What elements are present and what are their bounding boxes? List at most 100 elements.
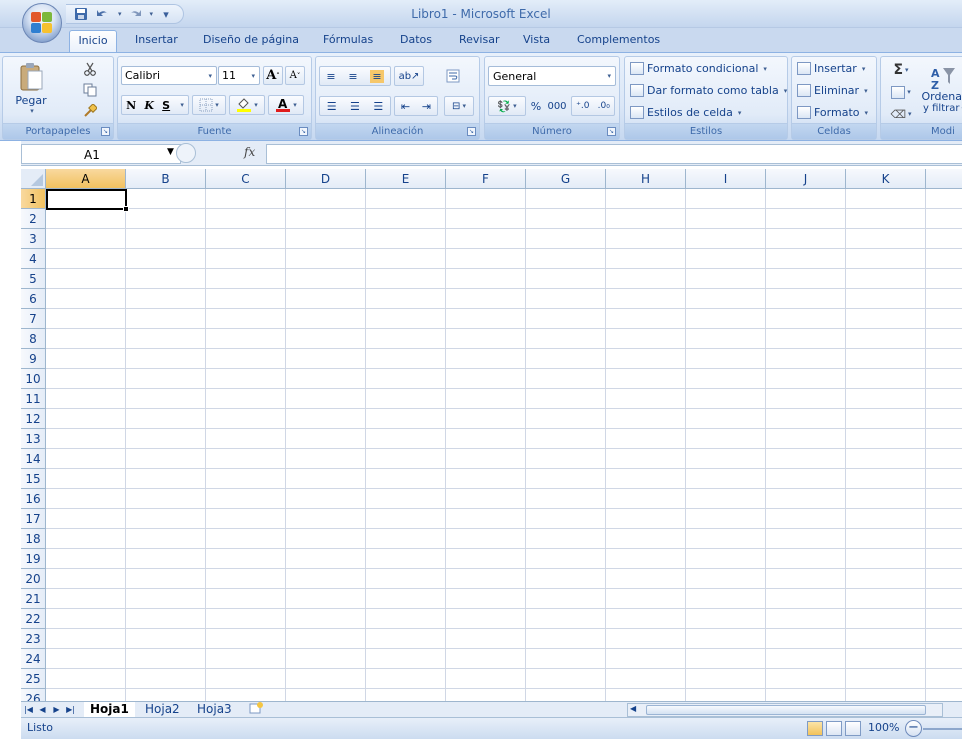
paste-button[interactable]: Pegar ▾ xyxy=(11,59,51,117)
bold-button[interactable]: N xyxy=(126,99,136,112)
clipboard-launcher-icon[interactable]: ↘ xyxy=(101,127,110,136)
row-header[interactable]: 5 xyxy=(21,269,46,289)
row-header[interactable]: 18 xyxy=(21,529,46,549)
column-header-f[interactable]: F xyxy=(446,169,526,189)
fill-handle[interactable] xyxy=(123,206,129,212)
cell-styles-button[interactable]: Estilos de celda ▾ xyxy=(630,106,741,119)
column-header-h[interactable]: H xyxy=(606,169,686,189)
align-right-icon[interactable]: ☰ xyxy=(373,100,383,113)
insert-function-icon[interactable]: fx xyxy=(244,145,255,159)
insert-cells-button[interactable]: Insertar ▾ xyxy=(797,62,865,75)
row-header[interactable]: 23 xyxy=(21,629,46,649)
font-launcher-icon[interactable]: ↘ xyxy=(299,127,308,136)
tab-insertar[interactable]: Insertar xyxy=(131,30,182,52)
column-header-d[interactable]: D xyxy=(286,169,366,189)
row-header[interactable]: 1 xyxy=(21,189,46,209)
row-header[interactable]: 14 xyxy=(21,449,46,469)
normal-view-icon[interactable] xyxy=(807,721,823,736)
row-header[interactable]: 12 xyxy=(21,409,46,429)
next-sheet-icon[interactable]: ▶ xyxy=(51,704,62,716)
row-header[interactable]: 8 xyxy=(21,329,46,349)
conditional-format-button[interactable]: Formato condicional ▾ xyxy=(630,62,767,75)
formula-input[interactable] xyxy=(266,144,962,164)
insert-sheet-icon[interactable] xyxy=(243,702,269,718)
copy-icon[interactable] xyxy=(81,82,99,98)
increase-indent-icon[interactable]: ⇥ xyxy=(422,100,431,113)
clear-button[interactable]: ⌫ ▾ xyxy=(887,105,915,123)
column-header-g[interactable]: G xyxy=(526,169,606,189)
align-bottom-icon[interactable]: ≡ xyxy=(370,69,384,83)
scroll-left-icon[interactable]: ◀ xyxy=(630,704,636,713)
zoom-level[interactable]: 100% xyxy=(868,721,899,734)
zoom-out-icon[interactable]: − xyxy=(905,720,922,737)
row-header[interactable]: 3 xyxy=(21,229,46,249)
column-header-i[interactable]: I xyxy=(686,169,766,189)
tab-complementos[interactable]: Complementos xyxy=(573,30,664,52)
italic-button[interactable]: K xyxy=(144,99,154,112)
row-header[interactable]: 17 xyxy=(21,509,46,529)
format-as-table-button[interactable]: Dar formato como tabla ▾ xyxy=(630,84,787,97)
thousands-button[interactable]: 000 xyxy=(545,96,569,116)
horizontal-scrollbar[interactable]: ◀ xyxy=(627,703,943,717)
row-header[interactable]: 26 xyxy=(21,689,46,701)
row-header[interactable]: 21 xyxy=(21,589,46,609)
increase-decimal-icon[interactable]: ⁺.0 xyxy=(576,101,589,111)
delete-cells-button[interactable]: Eliminar ▾ xyxy=(797,84,868,97)
alignment-launcher-icon[interactable]: ↘ xyxy=(467,127,476,136)
cell-area[interactable] xyxy=(46,189,962,701)
zoom-slider[interactable] xyxy=(923,728,962,730)
sheet-tab-hoja2[interactable]: Hoja2 xyxy=(139,702,186,718)
row-header[interactable]: 6 xyxy=(21,289,46,309)
sheet-tab-hoja3[interactable]: Hoja3 xyxy=(191,702,238,718)
fill-color-button[interactable]: ▾ xyxy=(229,95,265,115)
underline-button[interactable]: S xyxy=(162,99,170,112)
row-header[interactable]: 19 xyxy=(21,549,46,569)
percent-button[interactable]: % xyxy=(528,96,544,116)
row-header[interactable]: 24 xyxy=(21,649,46,669)
row-header[interactable]: 13 xyxy=(21,429,46,449)
row-header[interactable]: 25 xyxy=(21,669,46,689)
row-header[interactable]: 4 xyxy=(21,249,46,269)
row-header[interactable]: 9 xyxy=(21,349,46,369)
last-sheet-icon[interactable]: ▶| xyxy=(65,704,76,716)
font-size-select[interactable]: 11 ▾ xyxy=(218,66,260,85)
column-header-a[interactable]: A xyxy=(46,169,126,189)
number-format-select[interactable]: General ▾ xyxy=(488,66,616,86)
wrap-text-icon[interactable] xyxy=(444,66,462,86)
row-header[interactable]: 11 xyxy=(21,389,46,409)
page-break-view-icon[interactable] xyxy=(845,721,861,736)
fill-button[interactable]: ▾ xyxy=(887,83,915,101)
format-painter-icon[interactable] xyxy=(81,103,99,119)
page-layout-view-icon[interactable] xyxy=(826,721,842,736)
orientation-button[interactable]: ab↗ xyxy=(394,66,424,86)
scroll-thumb[interactable] xyxy=(646,705,926,715)
grow-font-icon[interactable]: A ˄ xyxy=(263,66,283,85)
tab-diseno-pagina[interactable]: Diseño de página xyxy=(199,30,303,52)
column-header-k[interactable]: K xyxy=(846,169,926,189)
font-color-button[interactable]: A ▾ xyxy=(268,95,304,115)
select-all-button[interactable] xyxy=(21,169,46,189)
first-sheet-icon[interactable]: |◀ xyxy=(23,704,34,716)
decrease-indent-icon[interactable]: ⇤ xyxy=(401,100,410,113)
tab-inicio[interactable]: Inicio xyxy=(69,30,117,52)
column-header-e[interactable]: E xyxy=(366,169,446,189)
autosum-button[interactable]: Σ ▾ xyxy=(887,61,915,79)
column-header-l[interactable] xyxy=(926,169,962,189)
column-header-j[interactable]: J xyxy=(766,169,846,189)
shrink-font-icon[interactable]: A ˅ xyxy=(285,66,305,85)
format-cells-button[interactable]: Formato ▾ xyxy=(797,106,868,119)
font-family-select[interactable]: Calibri ▾ xyxy=(121,66,217,85)
decrease-decimal-icon[interactable]: .0₀ xyxy=(598,101,610,111)
tab-revisar[interactable]: Revisar xyxy=(455,30,503,52)
row-header[interactable]: 15 xyxy=(21,469,46,489)
align-middle-icon[interactable]: ≡ xyxy=(348,70,357,83)
underline-dropdown-icon[interactable]: ▾ xyxy=(180,101,184,109)
align-center-icon[interactable]: ☰ xyxy=(350,100,360,113)
column-header-c[interactable]: C xyxy=(206,169,286,189)
column-header-b[interactable]: B xyxy=(126,169,206,189)
number-launcher-icon[interactable]: ↘ xyxy=(607,127,616,136)
row-header[interactable]: 20 xyxy=(21,569,46,589)
prev-sheet-icon[interactable]: ◀ xyxy=(37,704,48,716)
active-cell[interactable] xyxy=(46,189,127,210)
tab-datos[interactable]: Datos xyxy=(396,30,436,52)
